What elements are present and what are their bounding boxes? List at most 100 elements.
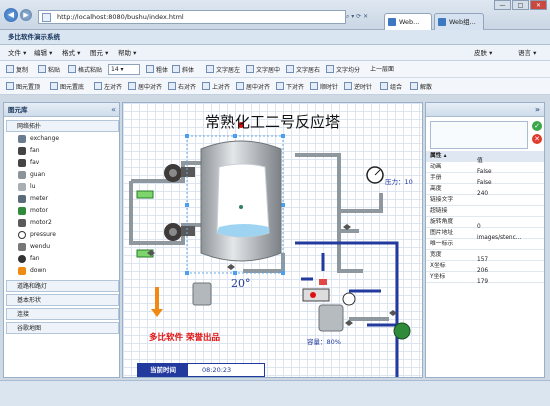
reactor-tank: [200, 122, 282, 262]
menu-file[interactable]: 文件 ▾: [8, 48, 26, 58]
group-basic-shapes[interactable]: 基本形状: [6, 294, 119, 306]
ungroup-icon: [410, 82, 418, 90]
property-row[interactable]: 动画False: [426, 162, 544, 175]
collapse-right-icon[interactable]: »: [535, 103, 540, 117]
close-button[interactable]: ✕: [530, 0, 547, 10]
menu-bar: 文件 ▾ 编辑 ▾ 格式 ▾ 图元 ▾ 帮助 ▾ 皮肤 ▾ 语言 ▾: [0, 45, 550, 61]
italic-icon: [172, 65, 180, 73]
alarm-light: [319, 279, 327, 285]
paste-button[interactable]: 粘贴: [38, 65, 60, 75]
justify-text-button[interactable]: 文字均分: [326, 65, 360, 75]
menu-edit[interactable]: 编辑 ▾: [34, 48, 52, 58]
address-bar[interactable]: http://localhost:8080/bushu/index.html: [38, 10, 346, 24]
forward-button[interactable]: ▶: [20, 9, 32, 21]
property-row[interactable]: X坐标206: [426, 261, 544, 274]
browser-tab-active[interactable]: Web...: [384, 13, 432, 30]
align-left-icon: [94, 82, 102, 90]
property-row[interactable]: 超链接: [426, 206, 544, 217]
address-controls[interactable]: ⌕ ▾ ⟳ ✕: [346, 10, 384, 24]
minimize-button[interactable]: —: [494, 0, 511, 10]
cancel-icon[interactable]: ✕: [532, 134, 542, 144]
format-toolbar: 复制 粘贴 格式粘贴 14 ▾ 粗体 斜体 文字居左 文字居中 文字居右 文字均…: [0, 61, 550, 78]
rotate-clockwise-button[interactable]: 顺时针: [310, 82, 338, 92]
shape-pressure[interactable]: pressure: [18, 229, 56, 240]
shape-motor2[interactable]: motor2: [18, 217, 52, 228]
send-to-back-button[interactable]: 图元置底: [50, 82, 84, 92]
shape-wendu[interactable]: wendu: [18, 241, 50, 252]
align-bottom-icon: [276, 82, 284, 90]
browser-tab[interactable]: Web组...: [434, 13, 484, 30]
property-row[interactable]: 宽度157: [426, 250, 544, 263]
menu-skin[interactable]: 皮肤 ▾: [474, 48, 492, 58]
motor2-icon: [18, 219, 26, 227]
menu-language[interactable]: 语言 ▾: [518, 48, 536, 58]
drawing-canvas[interactable]: 常熟化工二号反应塔 20° 压力：10 容量：80% 多比软件 荣誉出品 当前时…: [122, 102, 423, 378]
fan-icon: [18, 255, 26, 263]
shape-down[interactable]: down: [18, 265, 46, 276]
shape-lu[interactable]: lu: [18, 181, 35, 192]
group-button[interactable]: 组合: [380, 82, 402, 92]
align-bottom-button[interactable]: 下对齐: [276, 82, 304, 92]
layer-up-button[interactable]: 上一层面: [370, 65, 394, 75]
align-right-button[interactable]: 右对齐: [168, 82, 196, 92]
shape-fav[interactable]: fav: [18, 157, 39, 168]
group-road-lights[interactable]: 道路和路灯: [6, 280, 119, 292]
align-center-button[interactable]: 居中对齐: [128, 82, 162, 92]
ungroup-button[interactable]: 解散: [410, 82, 432, 92]
meter-icon: [18, 195, 26, 203]
shape-guan[interactable]: guan: [18, 169, 45, 180]
temperature-value: 20°: [231, 277, 251, 290]
pipe-icon: [18, 171, 26, 179]
window-controls: — □ ✕: [494, 0, 550, 10]
rotate-counterclockwise-button[interactable]: 逆时针: [344, 82, 372, 92]
bring-to-front-button[interactable]: 图元置顶: [6, 82, 40, 92]
align-text-center-button[interactable]: 文字居中: [246, 65, 280, 75]
property-row[interactable]: 旋转角度0: [426, 217, 544, 230]
align-top-button[interactable]: 上对齐: [202, 82, 230, 92]
italic-button[interactable]: 斜体: [172, 65, 194, 75]
property-row[interactable]: Y坐标179: [426, 272, 544, 285]
align-middle-button[interactable]: 居中对齐: [236, 82, 270, 92]
maximize-button[interactable]: □: [512, 0, 529, 10]
shape-exchange[interactable]: exchange: [18, 133, 59, 144]
bring-front-icon: [6, 82, 14, 90]
property-row[interactable]: 手册False: [426, 173, 544, 186]
format-paste-icon: [68, 65, 76, 73]
pressure-gauge: [366, 166, 384, 184]
pressure-label: 压力：10: [385, 178, 413, 186]
confirm-icon[interactable]: ✓: [532, 121, 542, 131]
pipe-right-low: [337, 231, 363, 273]
copy-button[interactable]: 复制: [6, 65, 28, 75]
align-left-button[interactable]: 左对齐: [94, 82, 122, 92]
exchange-icon: [18, 135, 26, 143]
menu-format[interactable]: 格式 ▾: [62, 48, 80, 58]
group-google-maps[interactable]: 谷歌地图: [6, 322, 119, 334]
back-button[interactable]: ◀: [4, 8, 18, 22]
shape-motor[interactable]: motor: [18, 205, 48, 216]
property-editor-box[interactable]: [430, 121, 528, 149]
capacity-label: 容量：80%: [307, 338, 341, 346]
property-row[interactable]: 高度240: [426, 184, 544, 197]
bold-button[interactable]: 粗体: [146, 65, 168, 75]
group-connectors[interactable]: 连接: [6, 308, 119, 320]
shape-meter[interactable]: meter: [18, 193, 48, 204]
fan-icon: [18, 147, 26, 155]
align-text-right-button[interactable]: 文字居右: [286, 65, 320, 75]
paste-icon: [38, 65, 46, 73]
send-back-icon: [50, 82, 58, 90]
shape-fan[interactable]: fan: [18, 145, 40, 156]
align-text-left-button[interactable]: 文字居左: [206, 65, 240, 75]
blue-pipes: [295, 241, 399, 377]
menu-shapes[interactable]: 图元 ▾: [90, 48, 108, 58]
format-paste-button[interactable]: 格式粘贴: [68, 65, 102, 75]
shape-fan-2[interactable]: fan: [18, 253, 40, 264]
collapse-left-icon[interactable]: «: [111, 105, 116, 114]
barrel: [192, 282, 212, 306]
group-network-topology[interactable]: 网络拓扑: [6, 120, 119, 132]
font-size-select[interactable]: 14 ▾: [108, 64, 140, 75]
justify-icon: [326, 65, 334, 73]
menu-help[interactable]: 帮助 ▾: [118, 48, 136, 58]
align-center-icon: [246, 65, 254, 73]
storage-tank: [318, 304, 344, 332]
property-row[interactable]: 图片地址images/stenc...: [426, 228, 544, 241]
